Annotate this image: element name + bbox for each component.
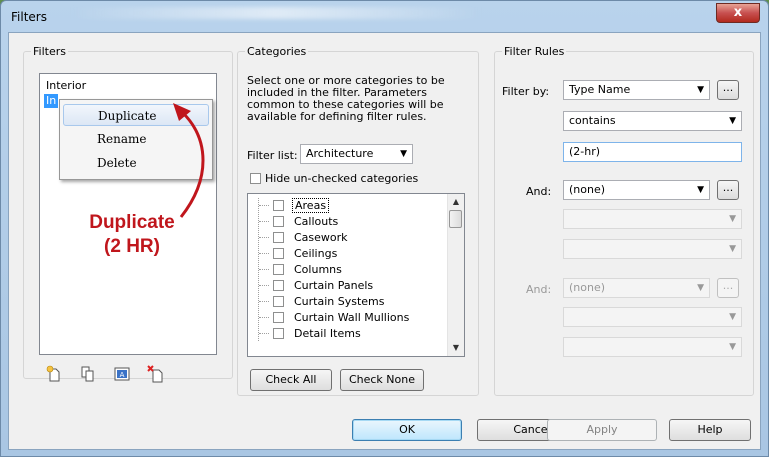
tree-line — [258, 246, 273, 261]
filter-item-interior[interactable]: Interior — [44, 79, 88, 93]
category-label: Curtain Wall Mullions — [294, 311, 410, 324]
duplicate-filter-icon[interactable] — [79, 365, 97, 383]
category-label: Areas — [292, 198, 330, 213]
apply-button[interactable]: Apply — [547, 419, 657, 441]
category-label: Curtain Systems — [294, 295, 385, 308]
chevron-down-icon: ▼ — [729, 312, 736, 322]
filter-by-label: Filter by: — [502, 85, 550, 98]
dialog-client-area: Filters Interior In A Duplicate Rename D — [8, 32, 761, 450]
and-value-dropdown-2[interactable]: ▼ — [563, 337, 742, 357]
and-ellipsis-button-2[interactable]: ... — [717, 278, 739, 298]
filter-list-dropdown[interactable]: Architecture ▼ — [300, 144, 413, 164]
and-ellipsis-button-1[interactable]: ... — [717, 180, 739, 200]
filters-dialog: Filters x Filters Interior In A Duplicat… — [0, 0, 769, 457]
tree-line — [258, 326, 273, 341]
category-checkbox[interactable] — [273, 200, 284, 211]
rename-filter-icon[interactable]: A — [113, 365, 131, 383]
category-checkbox[interactable] — [273, 328, 284, 339]
tree-line — [258, 230, 273, 245]
hide-unchecked-checkbox[interactable] — [250, 173, 261, 184]
operator-value: contains — [569, 114, 616, 127]
chevron-down-icon: ▼ — [400, 149, 407, 159]
scroll-down-icon[interactable]: ▼ — [448, 340, 464, 356]
and-operator-dropdown-2[interactable]: ▼ — [563, 307, 742, 327]
category-checkbox[interactable] — [273, 264, 284, 275]
svg-text:A: A — [120, 371, 125, 379]
title-bar[interactable]: Filters x — [1, 1, 768, 33]
and-label-2: And: — [526, 283, 552, 296]
and-value-dropdown-1[interactable]: ▼ — [563, 239, 742, 259]
category-checkbox[interactable] — [273, 280, 284, 291]
category-row[interactable]: Callouts — [248, 214, 448, 229]
filter-list-value: Architecture — [306, 147, 374, 160]
tree-line — [258, 262, 273, 277]
chevron-down-icon: ▼ — [729, 116, 736, 126]
blurred-title-text — [71, 7, 481, 19]
categories-scrollbar[interactable]: ▲ ▼ — [447, 194, 464, 356]
chevron-down-icon: ▼ — [697, 283, 704, 293]
categories-list[interactable]: Areas Callouts Casework Ceilings Columns… — [247, 193, 465, 357]
ok-button[interactable]: OK — [352, 419, 462, 441]
category-row[interactable]: Curtain Systems — [248, 294, 448, 309]
category-row[interactable]: Columns — [248, 262, 448, 277]
rule-value-input[interactable]: (2-hr) — [563, 142, 742, 162]
tree-line — [258, 214, 273, 229]
operator-dropdown[interactable]: contains ▼ — [563, 111, 742, 131]
chevron-down-icon: ▼ — [697, 185, 704, 195]
delete-filter-icon[interactable] — [147, 365, 165, 383]
categories-description: Select one or more categories to be incl… — [247, 74, 445, 123]
category-row[interactable]: Ceilings — [248, 246, 448, 261]
category-label: Callouts — [294, 215, 339, 228]
category-row[interactable]: Casework — [248, 230, 448, 245]
dialog-title: Filters — [11, 10, 47, 24]
and-parameter-value-1: (none) — [569, 183, 606, 196]
tree-line — [258, 310, 273, 325]
category-row[interactable]: Detail Items — [248, 326, 448, 341]
category-checkbox[interactable] — [273, 216, 284, 227]
category-row[interactable]: Areas — [248, 198, 448, 213]
category-checkbox[interactable] — [273, 312, 284, 323]
check-none-button[interactable]: Check None — [340, 369, 424, 391]
chevron-down-icon: ▼ — [697, 85, 704, 95]
scroll-up-icon[interactable]: ▲ — [448, 194, 464, 210]
filter-rules-group-label: Filter Rules — [502, 45, 567, 58]
category-label: Casework — [294, 231, 348, 244]
category-label: Detail Items — [294, 327, 361, 340]
category-checkbox[interactable] — [273, 232, 284, 243]
annotation-arrow-icon — [173, 103, 205, 218]
category-label: Curtain Panels — [294, 279, 374, 292]
and-label-1: And: — [526, 185, 552, 198]
chevron-down-icon: ▼ — [729, 244, 736, 254]
filter-list-label: Filter list: — [247, 149, 298, 162]
and-operator-dropdown-1[interactable]: ▼ — [563, 209, 742, 229]
new-filter-icon[interactable] — [45, 365, 63, 383]
and-parameter-dropdown-1[interactable]: (none) ▼ — [563, 180, 710, 200]
and-parameter-dropdown-2[interactable]: (none) ▼ — [563, 278, 710, 298]
filters-group-label: Filters — [31, 45, 68, 58]
hide-unchecked-label: Hide un-checked categories — [265, 172, 419, 185]
annotation-line-2: (2 HR) — [104, 236, 160, 257]
category-row[interactable]: Curtain Panels — [248, 278, 448, 293]
categories-group-label: Categories — [245, 45, 309, 58]
filter-item-selected[interactable]: In — [44, 94, 59, 108]
category-row[interactable]: Curtain Wall Mullions — [248, 310, 448, 325]
category-checkbox[interactable] — [273, 296, 284, 307]
filter-by-value: Type Name — [569, 83, 631, 96]
close-button[interactable]: x — [716, 3, 760, 23]
tree-line — [258, 294, 273, 309]
tree-line — [258, 278, 273, 293]
category-label: Columns — [294, 263, 342, 276]
chevron-down-icon: ▼ — [729, 214, 736, 224]
check-all-button[interactable]: Check All — [250, 369, 332, 391]
category-checkbox[interactable] — [273, 248, 284, 259]
and-parameter-value-2: (none) — [569, 281, 606, 294]
filter-by-dropdown[interactable]: Type Name ▼ — [563, 80, 710, 100]
help-button[interactable]: Help — [669, 419, 751, 441]
category-label: Ceilings — [294, 247, 338, 260]
chevron-down-icon: ▼ — [729, 342, 736, 352]
tree-line — [258, 198, 273, 213]
filter-by-ellipsis-button[interactable]: ... — [717, 80, 739, 100]
scroll-thumb[interactable] — [449, 210, 462, 228]
